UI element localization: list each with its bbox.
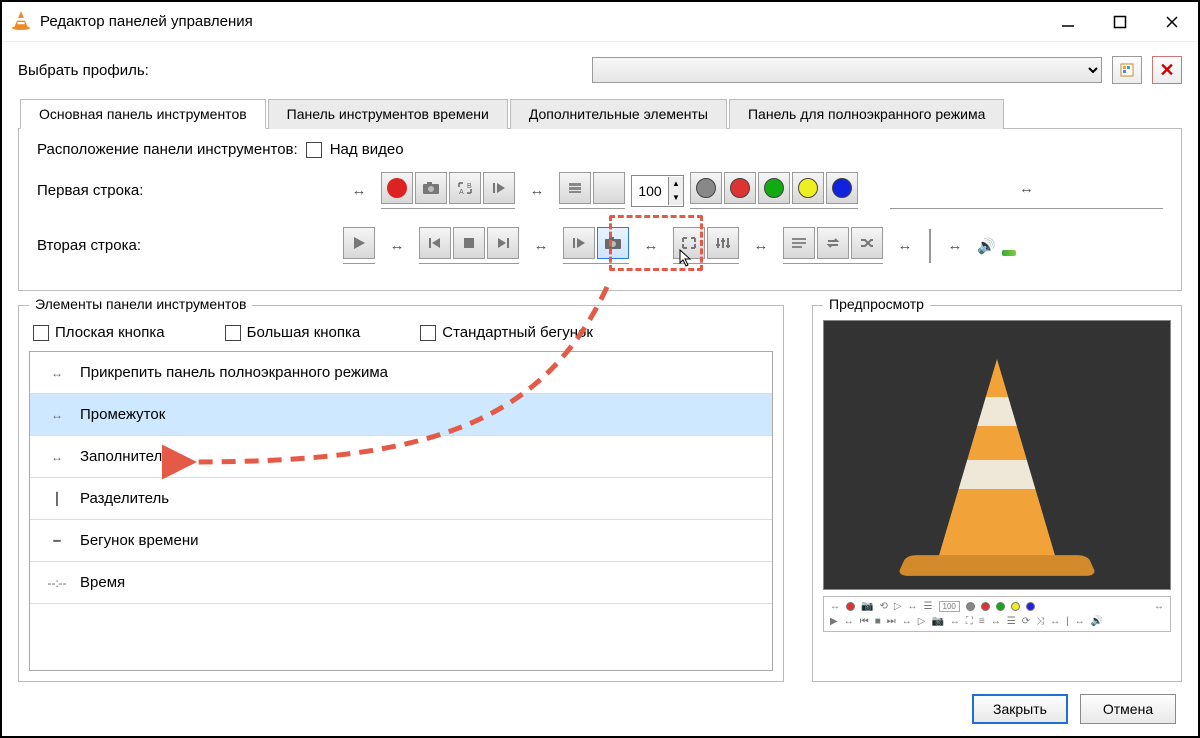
list-item[interactable]: ↔Промежуток: [30, 394, 772, 436]
time-icon: --:--: [44, 576, 70, 590]
window-title: Редактор панелей управления: [40, 13, 1042, 30]
color-red[interactable]: [724, 172, 756, 204]
spin-down[interactable]: ▼: [669, 191, 683, 205]
volume-slider[interactable]: [1002, 250, 1016, 256]
empty-slot[interactable]: [593, 172, 625, 204]
slider-checkbox[interactable]: [420, 325, 436, 341]
zoom-value[interactable]: [632, 177, 668, 205]
fullscreen-button[interactable]: [673, 227, 705, 259]
separator: [929, 229, 931, 263]
equalizer-button[interactable]: [707, 227, 739, 259]
spacer-icon[interactable]: ↔: [521, 175, 553, 207]
delete-profile-button[interactable]: ✕: [1152, 56, 1182, 84]
playlist-button[interactable]: [559, 172, 591, 204]
maximize-button[interactable]: [1094, 2, 1146, 42]
slider-label: Стандартный бегунок: [442, 324, 593, 341]
above-video-label: Над видео: [330, 141, 404, 158]
spacer-icon: ↔: [44, 408, 70, 422]
spacer-icon[interactable]: ↔: [1007, 172, 1047, 204]
tab-time[interactable]: Панель инструментов времени: [268, 99, 508, 129]
shuffle-button[interactable]: [851, 227, 883, 259]
playlist-button[interactable]: [783, 227, 815, 259]
tabs: Основная панель инструментов Панель инст…: [18, 98, 1182, 129]
play-button[interactable]: [343, 227, 375, 259]
tab-fullscreen[interactable]: Панель для полноэкранного режима: [729, 99, 1004, 129]
next-button[interactable]: [487, 227, 519, 259]
elements-fieldset: Элементы панели инструментов Плоская кно…: [18, 305, 784, 682]
separator-icon: ┃: [44, 492, 70, 506]
expand-icon: ↔: [44, 450, 70, 464]
elements-legend: Элементы панели инструментов: [29, 296, 252, 312]
tab-extra[interactable]: Дополнительные элементы: [510, 99, 727, 129]
record-button[interactable]: [381, 172, 413, 204]
loop-button[interactable]: [817, 227, 849, 259]
frame-step-button[interactable]: [483, 172, 515, 204]
big-button-label: Большая кнопка: [247, 324, 361, 341]
spacer-icon[interactable]: ↔: [635, 230, 667, 262]
frame-step-button[interactable]: [563, 227, 595, 259]
list-item[interactable]: ↔Заполнитель: [30, 436, 772, 478]
list-item[interactable]: ↔Прикрепить панель полноэкранного режима: [30, 352, 772, 394]
app-icon: [10, 9, 32, 34]
close-dialog-button[interactable]: Закрыть: [972, 694, 1068, 724]
preview-screen: [823, 320, 1171, 590]
list-item[interactable]: ━Бегунок времени: [30, 520, 772, 562]
flat-button-label: Плоская кнопка: [55, 324, 165, 341]
prev-button[interactable]: [419, 227, 451, 259]
zoom-spinbox[interactable]: ▲▼: [631, 175, 684, 207]
spacer-icon[interactable]: ↔: [525, 230, 557, 262]
spacer-icon: ↔: [44, 366, 70, 380]
snapshot-button[interactable]: [415, 172, 447, 204]
preview-fieldset: Предпросмотр ↔ 📷 ⟲ ▷ ↔ ☰ 100 ↔: [812, 305, 1182, 682]
spin-up[interactable]: ▲: [669, 177, 683, 191]
row2-label: Вторая строка:: [37, 237, 337, 254]
minimize-button[interactable]: [1042, 2, 1094, 42]
toolbar-location-label: Расположение панели инструментов:: [37, 141, 298, 158]
spacer-icon[interactable]: ↔: [939, 230, 971, 262]
color-grey[interactable]: [690, 172, 722, 204]
color-yellow[interactable]: [792, 172, 824, 204]
spacer-icon[interactable]: ↔: [381, 230, 413, 262]
close-button[interactable]: [1146, 2, 1198, 42]
spacer-icon[interactable]: ↔: [889, 230, 921, 262]
svg-text:A: A: [459, 189, 464, 196]
elements-list[interactable]: ↔Прикрепить панель полноэкранного режима…: [30, 352, 772, 670]
spacer-icon[interactable]: ↔: [745, 230, 777, 262]
svg-text:B: B: [467, 183, 472, 190]
new-profile-button[interactable]: [1112, 56, 1142, 84]
big-button-checkbox[interactable]: [225, 325, 241, 341]
color-green[interactable]: [758, 172, 790, 204]
content: Выбрать профиль: ✕ Основная панель инстр…: [2, 42, 1198, 736]
profile-select[interactable]: [592, 57, 1102, 83]
window: Редактор панелей управления Выбрать проф…: [0, 0, 1200, 738]
volume-icon[interactable]: 🔊: [977, 237, 996, 255]
cancel-button[interactable]: Отмена: [1080, 694, 1176, 724]
preview-legend: Предпросмотр: [823, 296, 930, 312]
ab-loop-button[interactable]: AB: [449, 172, 481, 204]
snapshot-button-selected[interactable]: [597, 227, 629, 259]
titlebar: Редактор панелей управления: [2, 2, 1198, 42]
color-blue[interactable]: [826, 172, 858, 204]
time-slider-icon: ━: [44, 534, 70, 548]
list-item[interactable]: --:--Время: [30, 562, 772, 604]
preview-toolbar: ↔ 📷 ⟲ ▷ ↔ ☰ 100 ↔ ▶↔⏮■⏭ ↔▷📷↔⛶≡ ↔☰⟳⤨↔|↔ 🔊: [823, 596, 1171, 632]
flat-button-checkbox[interactable]: [33, 325, 49, 341]
above-video-checkbox[interactable]: [306, 142, 322, 158]
spacer-icon[interactable]: ↔: [343, 175, 375, 207]
row1-label: Первая строка:: [37, 182, 337, 199]
vlc-cone-icon: [897, 339, 1097, 589]
profile-label: Выбрать профиль:: [18, 62, 149, 79]
stop-button[interactable]: [453, 227, 485, 259]
list-item[interactable]: ┃Разделитель: [30, 478, 772, 520]
tab-main[interactable]: Основная панель инструментов: [20, 99, 266, 129]
tab-body: Расположение панели инструментов: Над ви…: [18, 129, 1182, 291]
